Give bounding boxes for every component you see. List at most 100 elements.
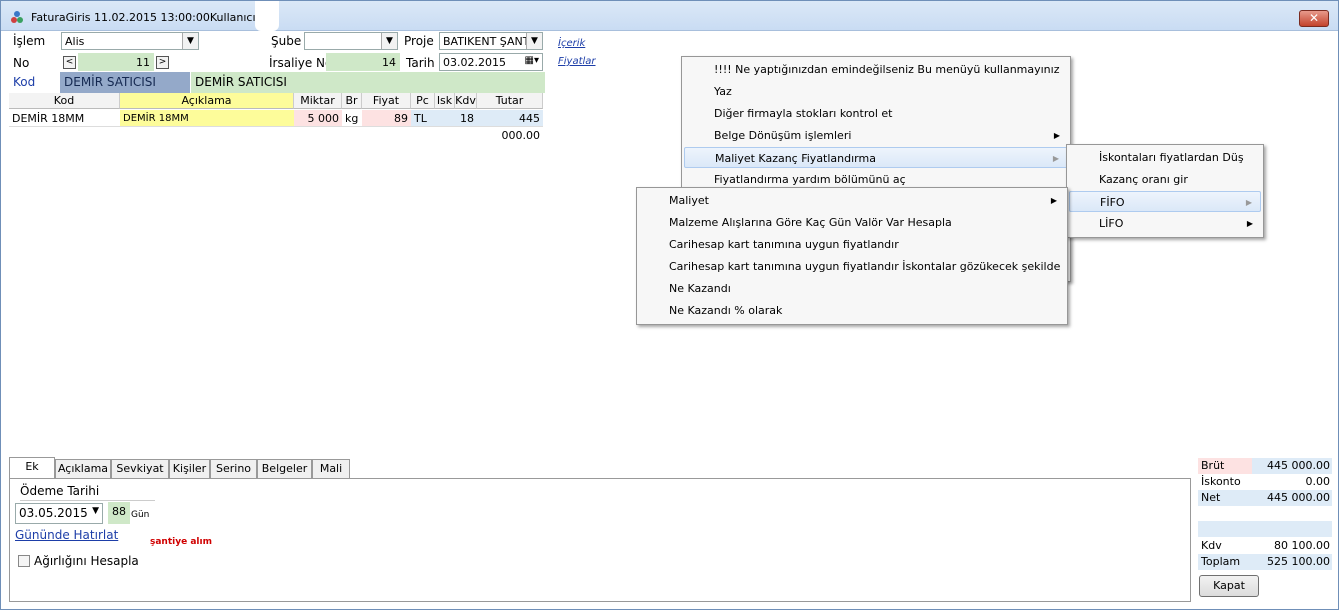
kod-label: Kod [13,75,36,89]
irsaliye-field[interactable]: 14 [326,53,400,71]
note-text: şantiye alım [150,537,212,547]
odeme-label: Ödeme Tarihi [20,484,100,498]
menu-item-ne-kazandi[interactable]: Ne Kazandı [639,278,1065,299]
menu-item-iskonto-dus[interactable]: İskontaları fiyatlardan Düş [1069,147,1261,168]
menu-item-label: Maliyet Kazanç Fiyatlandırma [715,152,876,165]
cell-fiyat[interactable]: 89 [362,110,411,127]
menu-item-carihesap[interactable]: Carihesap kart tanımına uygun fiyatlandı… [639,234,1065,255]
next-button[interactable]: > [156,56,169,69]
cell-tutar[interactable]: 445 000.00 [477,110,543,142]
brut-value: 445 000.00 [1267,459,1330,472]
submenu-arrow-icon: ▶ [1246,219,1253,228]
odeme-date-value: 03.05.2015 [19,506,88,520]
kdv-value: 80 100.00 [1274,539,1330,552]
iskonto-row: İskonto 0.00 [1198,474,1332,490]
pricing-submenu: İskontaları fiyatlardan Düş Kazanç oranı… [1066,144,1264,238]
menu-item-label: LİFO [1099,217,1124,230]
close-button[interactable]: ✕ [1299,10,1329,27]
tab-ek[interactable]: Ek [9,457,55,478]
islem-combo[interactable]: Alis ▼ [61,32,199,50]
menu-item-fifo[interactable]: FİFO ▶ [1069,191,1261,212]
totals-panel: Brüt 445 000.00 İskonto 0.00 Net 445 000… [1196,457,1333,601]
fatura-giris-window: FaturaGiris 11.02.2015 13:00:00Kullanıcı… [0,0,1339,610]
col-pc[interactable]: Pc [411,93,435,109]
menu-item-belge-donusum[interactable]: Belge Dönüşüm işlemleri ▶ [684,125,1068,146]
chevron-down-icon[interactable]: ▼ [92,506,99,516]
sube-combo[interactable]: ▼ [304,32,398,50]
net-value: 445 000.00 [1267,491,1330,504]
cell-br[interactable]: kg [342,110,362,127]
hatirlat-link[interactable]: Gününde Hatırlat [15,528,118,542]
app-icon [11,11,23,23]
menu-item-yaz[interactable]: Yaz [684,81,1068,102]
submenu-arrow-icon: ▶ [1050,196,1057,205]
tab-aciklama[interactable]: Açıklama [55,459,111,478]
cell-kdv[interactable]: 18 [455,110,477,127]
menu-item-valor[interactable]: Malzeme Alışlarına Göre Kaç Gün Valör Va… [639,212,1065,233]
menu-item-kazanc-orani[interactable]: Kazanç oranı gir [1069,169,1261,190]
cell-isk[interactable] [435,110,455,127]
cell-miktar[interactable]: 5 000 [294,110,342,127]
gun-field[interactable]: 88 [108,502,130,524]
menu-item-maliyet-kazanc[interactable]: Maliyet Kazanç Fiyatlandırma ▶ [684,147,1068,168]
col-kod[interactable]: Kod [9,93,120,109]
divider [20,500,155,501]
chevron-down-icon[interactable]: ▼ [381,33,397,49]
menu-item-maliyet[interactable]: Maliyet ▶ [639,190,1065,211]
menu-item-lifo[interactable]: LİFO ▶ [1069,213,1261,234]
tab-serino[interactable]: Serino [210,459,257,478]
menu-item-stok-kontrol[interactable]: Diğer firmayla stokları kontrol et [684,103,1068,124]
irsaliye-label: İrsaliye No [269,56,333,70]
sube-label: Şube [271,34,302,48]
no-field[interactable]: 11 [78,53,154,71]
menu-item-ne-kazandi-yuzde[interactable]: Ne Kazandı % olarak [639,300,1065,321]
iskonto-value: 0.00 [1305,475,1331,488]
fiyatlar-link[interactable]: Fiyatlar [558,56,596,67]
net-label: Net [1201,491,1221,504]
submenu-arrow-icon: ▶ [1245,198,1252,207]
col-br[interactable]: Br [342,93,362,109]
tab-mali[interactable]: Mali [312,459,350,478]
tab-kisiler[interactable]: Kişiler [169,459,210,478]
col-fiyat[interactable]: Fiyat [362,93,411,109]
tab-belgeler[interactable]: Belgeler [257,459,312,478]
prev-button[interactable]: < [63,56,76,69]
proje-combo[interactable]: BATIKENT ŞANTİ ▼ [439,32,543,50]
menu-item-warning[interactable]: !!!! Ne yaptığınızdan emindeğilseniz Bu … [684,59,1068,80]
iskonto-label: İskonto [1201,475,1241,488]
kapat-button[interactable]: Kapat [1199,575,1259,597]
menu-item-label: Maliyet [669,194,709,207]
odeme-date-field[interactable]: 03.05.2015 ▼ [15,503,103,524]
calendar-icon[interactable]: ▦▾ [525,55,539,66]
tarih-field[interactable]: 03.02.2015 ▦▾ [439,53,543,71]
chevron-down-icon[interactable]: ▼ [182,33,198,49]
kdv-label: Kdv [1201,539,1222,552]
tarih-label: Tarih [406,56,435,70]
menu-item-label: Belge Dönüşüm işlemleri [714,129,852,142]
cell-kod[interactable]: DEMİR 18MM [9,110,120,127]
col-kdv[interactable]: Kdv [455,93,477,109]
chevron-down-icon[interactable]: ▼ [526,33,542,49]
tarih-value: 03.02.2015 [443,56,506,69]
kdv-row: Kdv 80 100.00 [1198,538,1332,554]
agirlik-checkbox[interactable] [18,555,30,567]
toplam-value: 525 100.00 [1267,555,1330,568]
proje-label: Proje [404,34,434,48]
agirlik-label: Ağırlığını Hesapla [34,554,139,568]
tab-sevkiyat[interactable]: Sevkiyat [111,459,169,478]
cell-aciklama[interactable]: DEMİR 18MM [120,110,294,127]
icerik-link[interactable]: İçerik [558,38,585,49]
col-miktar[interactable]: Miktar [294,93,342,109]
islem-label: İşlem [13,34,46,48]
cell-pc[interactable]: TL [411,110,435,127]
submenu-arrow-icon: ▶ [1053,131,1060,140]
firma-name-field: DEMİR SATICISI [191,72,545,93]
redacted-user [255,1,279,31]
col-isk[interactable]: Isk [435,93,455,109]
col-aciklama[interactable]: Açıklama [120,93,294,109]
toplam-label: Toplam [1201,555,1241,568]
menu-item-carihesap-iskonto[interactable]: Carihesap kart tanımına uygun fiyatlandı… [639,256,1065,277]
col-tutar[interactable]: Tutar [477,93,543,109]
kod-field[interactable]: DEMİR SATICISI [60,72,190,93]
fifo-submenu: Maliyet ▶ Malzeme Alışlarına Göre Kaç Gü… [636,187,1068,325]
